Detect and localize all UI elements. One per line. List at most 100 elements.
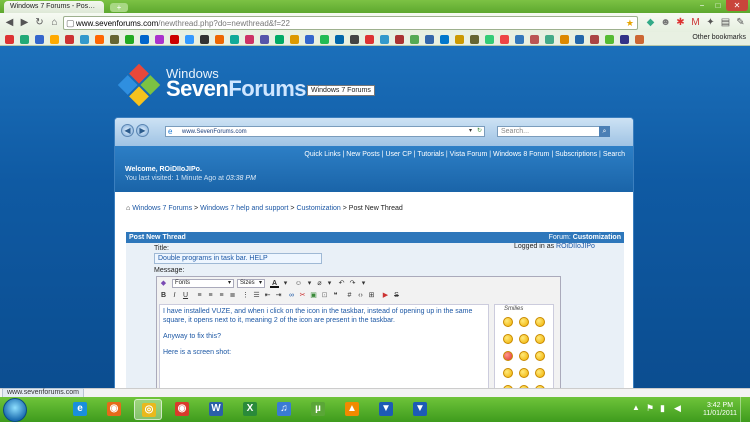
smilie-icon[interactable]: [519, 368, 529, 378]
taskbar-button[interactable]: W: [202, 399, 230, 420]
home-icon[interactable]: ⌂: [126, 205, 130, 212]
breadcrumb-section[interactable]: Windows 7 help and support: [200, 205, 288, 212]
bookmark-favicon-icon[interactable]: [605, 35, 614, 44]
unlink-icon[interactable]: ✂: [298, 291, 307, 300]
bookmark-favicon-icon[interactable]: [530, 35, 539, 44]
bookmark-favicon-icon[interactable]: [305, 35, 314, 44]
size-select[interactable]: Sizes ▾: [237, 279, 265, 288]
address-bar[interactable]: www.sevenforums.com/newthread.php?do=new…: [63, 16, 638, 30]
extension-icon[interactable]: ✦: [704, 16, 717, 29]
bookmark-favicon-icon[interactable]: [425, 35, 434, 44]
bookmark-favicon-icon[interactable]: [335, 35, 344, 44]
bold-icon[interactable]: B: [159, 291, 168, 300]
bookmark-favicon-icon[interactable]: [395, 35, 404, 44]
smilie-icon[interactable]: [503, 368, 513, 378]
attachment-icon[interactable]: ⊡: [320, 291, 329, 300]
gmail-icon[interactable]: M: [689, 16, 702, 29]
taskbar-button[interactable]: ◎: [134, 399, 162, 420]
other-bookmarks[interactable]: Other bookmarks: [692, 34, 746, 41]
taskbar-button[interactable]: e: [66, 399, 94, 420]
bookmark-favicon-icon[interactable]: [380, 35, 389, 44]
smilie-icon[interactable]: [519, 317, 529, 327]
bookmark-favicon-icon[interactable]: [410, 35, 419, 44]
quote-icon[interactable]: ❝: [331, 291, 340, 300]
italic-icon[interactable]: I: [170, 291, 179, 300]
taskbar-button[interactable]: ▲: [338, 399, 366, 420]
reload-icon[interactable]: ↻: [33, 16, 46, 29]
smilie-icon[interactable]: [535, 351, 545, 361]
smilie-icon[interactable]: [535, 317, 545, 327]
bookmark-favicon-icon[interactable]: [455, 35, 464, 44]
browser-tab[interactable]: Windows 7 Forums - Pos…: [4, 1, 104, 13]
unordered-list-icon[interactable]: ☰: [252, 291, 261, 300]
smilie-icon[interactable]: [503, 351, 513, 361]
search-icon[interactable]: ⌕: [599, 126, 610, 137]
smilie-icon[interactable]: ☺: [294, 279, 303, 288]
bookmark-favicon-icon[interactable]: [80, 35, 89, 44]
search-input[interactable]: Search...: [497, 126, 610, 137]
breadcrumb-forum[interactable]: Customization: [296, 205, 340, 212]
strikethrough-icon[interactable]: S: [392, 291, 401, 300]
back-icon[interactable]: ◀: [3, 16, 16, 29]
bookmark-favicon-icon[interactable]: [125, 35, 134, 44]
flag-icon[interactable]: ⚑: [646, 403, 654, 414]
bookmark-favicon-icon[interactable]: [215, 35, 224, 44]
bookmark-favicon-icon[interactable]: [365, 35, 374, 44]
wrench-icon[interactable]: ✎: [734, 16, 747, 29]
outdent-icon[interactable]: ⇤: [263, 291, 272, 300]
logged-in-user[interactable]: ROiDIIoJIPo: [556, 243, 595, 250]
align-left-icon[interactable]: ≡: [195, 291, 204, 300]
smilie-icon[interactable]: [503, 317, 513, 327]
underline-icon[interactable]: U: [181, 291, 190, 300]
forward-icon[interactable]: ▶: [18, 16, 31, 29]
bookmark-favicon-icon[interactable]: [620, 35, 629, 44]
bookmark-favicon-icon[interactable]: [545, 35, 554, 44]
new-tab-button[interactable]: +: [110, 3, 128, 12]
bookmark-favicon-icon[interactable]: [155, 35, 164, 44]
image-icon[interactable]: ▣: [309, 291, 318, 300]
forum-name[interactable]: Customization: [573, 234, 621, 241]
bookmark-favicon-icon[interactable]: [95, 35, 104, 44]
bookmark-favicon-icon[interactable]: [35, 35, 44, 44]
network-icon[interactable]: ▮: [660, 403, 665, 414]
bookmark-favicon-icon[interactable]: [470, 35, 479, 44]
bookmark-favicon-icon[interactable]: [200, 35, 209, 44]
bookmark-favicon-icon[interactable]: [50, 35, 59, 44]
switch-mode-icon[interactable]: ◆: [159, 279, 168, 288]
align-right-icon[interactable]: ≡: [217, 291, 226, 300]
font-select[interactable]: Fonts ▾: [172, 279, 234, 288]
link-icon[interactable]: ∞: [287, 291, 296, 300]
bookmark-favicon-icon[interactable]: [575, 35, 584, 44]
forward-icon[interactable]: ▶: [136, 124, 149, 137]
smilie-icon[interactable]: [519, 351, 529, 361]
bookmark-favicon-icon[interactable]: [320, 35, 329, 44]
dropdown-icon[interactable]: ▾: [359, 279, 368, 288]
bookmark-favicon-icon[interactable]: [290, 35, 299, 44]
message-textarea[interactable]: I have installed VUZE, and when i click …: [159, 304, 489, 388]
bookmark-star-icon[interactable]: ★: [626, 18, 634, 29]
taskbar-button[interactable]: ◉: [100, 399, 128, 420]
maximize-button[interactable]: □: [710, 0, 726, 11]
bookmark-favicon-icon[interactable]: [230, 35, 239, 44]
bookmark-favicon-icon[interactable]: [275, 35, 284, 44]
bookmark-favicon-icon[interactable]: [5, 35, 14, 44]
back-icon[interactable]: ◀: [121, 124, 134, 137]
taskbar-button[interactable]: ♫: [270, 399, 298, 420]
quick-links[interactable]: Quick Links | New Posts | User CP | Tuto…: [304, 151, 625, 158]
bookmark-favicon-icon[interactable]: [110, 35, 119, 44]
minimize-button[interactable]: −: [694, 0, 710, 11]
bookmark-favicon-icon[interactable]: [65, 35, 74, 44]
breadcrumb-home[interactable]: Windows 7 Forums: [132, 205, 192, 212]
taskbar-button[interactable]: ◉: [168, 399, 196, 420]
bookmark-favicon-icon[interactable]: [500, 35, 509, 44]
clock[interactable]: 3:42 PM 11/01/2011: [703, 402, 737, 418]
undo-icon[interactable]: ↶: [337, 279, 346, 288]
taskbar-button[interactable]: ▼: [372, 399, 400, 420]
page-menu-icon[interactable]: ▤: [719, 16, 732, 29]
indent-icon[interactable]: ⇥: [274, 291, 283, 300]
font-color-icon[interactable]: A: [270, 279, 279, 288]
title-input[interactable]: Double programs in task bar. HELP: [154, 253, 322, 264]
html-icon[interactable]: ‹›: [356, 291, 365, 300]
home-icon[interactable]: ⌂: [48, 16, 61, 29]
bookmark-favicon-icon[interactable]: [440, 35, 449, 44]
